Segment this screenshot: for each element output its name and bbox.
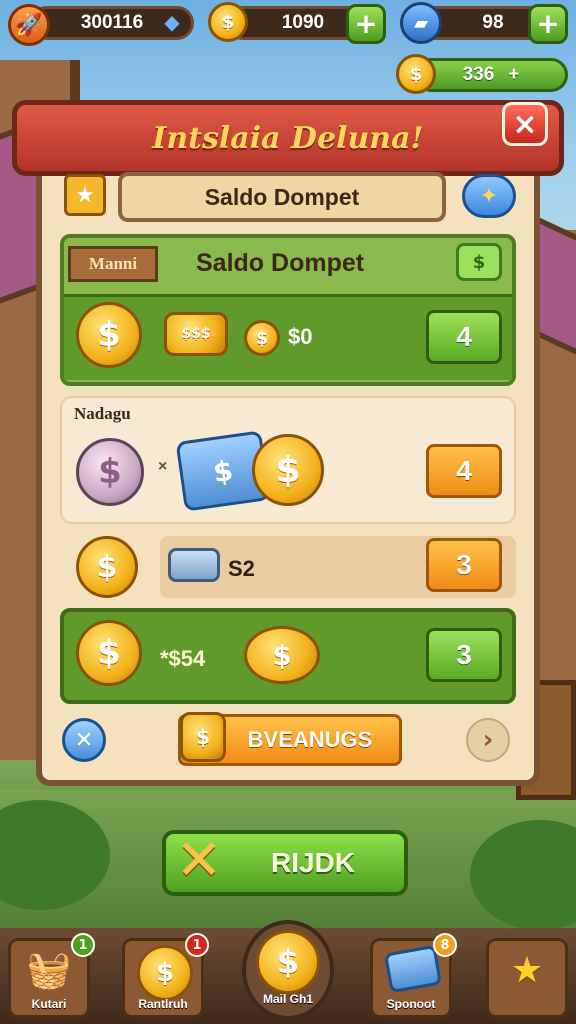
- multiply-icon: ×: [158, 458, 168, 475]
- row4-coin-icon: $: [76, 620, 142, 686]
- nav-badge-rantlruh: 1: [185, 933, 209, 957]
- nav-item-kutari[interactable]: 🧺 Kutari 1: [8, 933, 95, 1018]
- row1-amount: $0: [288, 324, 313, 349]
- nav-item-mail[interactable]: $ Mail Gh1: [242, 920, 334, 1020]
- bonus-counter[interactable]: 336 +: [414, 58, 568, 92]
- nav-item-sponoot[interactable]: Sponoot 8: [370, 933, 457, 1018]
- section-tag-text: Manni: [88, 254, 138, 273]
- nav-badge-sponoot: 8: [433, 933, 457, 957]
- rocket-icon[interactable]: 🚀: [8, 4, 50, 46]
- row4-value-button[interactable]: 3: [426, 628, 502, 682]
- next-arrow-button[interactable]: ›: [466, 718, 510, 762]
- bonus-value: 336: [462, 64, 495, 85]
- ticket-icon: ▰: [400, 2, 442, 44]
- small-coin-icon: $: [244, 320, 280, 356]
- dialog-title-banner: Intslaia Deluna!: [12, 100, 564, 176]
- add-tickets-button[interactable]: +: [528, 4, 568, 44]
- row4-big-coin-icon: $: [244, 626, 320, 684]
- coin-stack-icon: $: [208, 2, 248, 42]
- row1-value-button[interactable]: 4: [426, 310, 502, 364]
- close-icon: ×: [512, 106, 538, 142]
- nav-label-sponoot: Sponoot: [386, 997, 436, 1011]
- nav-item-favorites[interactable]: ★: [486, 938, 568, 1018]
- coin-pile-icon: $$$: [164, 312, 228, 356]
- cancel-icon-button[interactable]: ✕: [62, 718, 106, 762]
- nav-label-kutari: Kutari: [31, 997, 67, 1011]
- section-tag: Manni: [68, 246, 158, 282]
- silver-bar-icon: [168, 548, 220, 582]
- add-coins-button[interactable]: +: [346, 4, 386, 44]
- gem-icon: ◆: [164, 10, 180, 34]
- row3-amount: S2: [228, 556, 255, 581]
- gems-value: 300116: [80, 12, 144, 33]
- star-nav-icon: ★: [510, 950, 544, 991]
- section-title: Saldo Dompet: [196, 249, 365, 277]
- row3-value: 3: [456, 549, 472, 580]
- nav-coin-icon: $: [137, 945, 193, 1001]
- row3-value-button[interactable]: 3: [426, 538, 502, 592]
- wallet-header-text: Saldo Dompet: [204, 183, 360, 210]
- plus-icon: +: [536, 7, 560, 40]
- center-coin-icon: $: [256, 930, 320, 994]
- star-icon: ★: [64, 174, 106, 216]
- nav-badge-kutari: 1: [71, 933, 95, 957]
- nav-label-mail: Mail Gh1: [262, 992, 313, 1006]
- wallet-header-field: Saldo Dompet: [118, 172, 446, 222]
- tickets-value: 98: [482, 12, 504, 33]
- bonus-coin-icon: $: [396, 54, 436, 94]
- gold-coin-icon: $: [252, 434, 324, 506]
- main-action-label: RIJDK: [270, 847, 355, 878]
- silver-coin-icon: $: [76, 438, 144, 506]
- row3-coin-icon: $: [76, 536, 138, 598]
- crossed-tools-icon: ✕: [175, 828, 223, 893]
- row1-value: 4: [456, 321, 472, 352]
- row4-amount: *$54: [160, 646, 206, 671]
- big-coin-icon: $: [76, 302, 142, 368]
- info-star-button[interactable]: ✦: [462, 174, 516, 218]
- plus-icon: +: [354, 7, 378, 40]
- nav-label-rantlruh: Rantlruh: [138, 997, 188, 1011]
- row2-value-button[interactable]: 4: [426, 444, 502, 498]
- coin-badge-icon: $: [180, 712, 226, 762]
- ticket-book-icon: [383, 944, 443, 994]
- nav-item-rantlruh[interactable]: $ Rantlruh 1: [122, 933, 209, 1018]
- currency-section-label: Nadagu: [74, 404, 131, 423]
- leaf-icon: $: [456, 243, 502, 281]
- coins-value: 1090: [281, 12, 325, 33]
- close-button[interactable]: ×: [502, 102, 548, 146]
- row2-value: 4: [456, 455, 472, 486]
- dialog-title: Intslaia Deluna!: [152, 120, 424, 156]
- row4-value: 3: [456, 639, 472, 670]
- savings-button-label: BVEANUGS: [247, 727, 373, 752]
- plus-icon: +: [508, 64, 520, 85]
